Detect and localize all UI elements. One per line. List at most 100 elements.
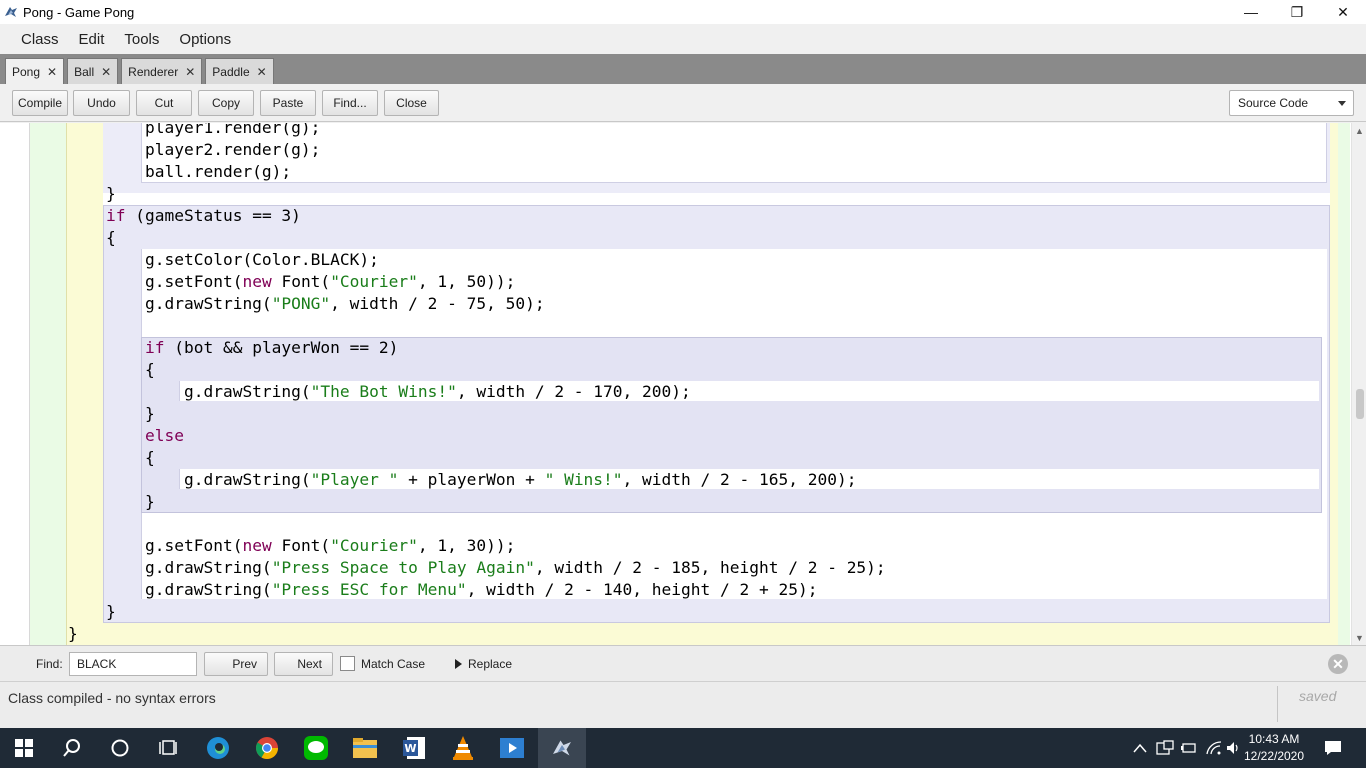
tab-label: Paddle xyxy=(212,64,250,79)
code-line[interactable]: player2.render(g); xyxy=(106,139,886,161)
code-line[interactable]: { xyxy=(106,359,886,381)
menu-options[interactable]: Options xyxy=(179,31,231,48)
paste-button[interactable]: Paste xyxy=(260,90,316,116)
compile-button[interactable]: Compile xyxy=(12,90,68,116)
view-mode-value: Source Code xyxy=(1238,96,1309,110)
copy-button[interactable]: Copy xyxy=(198,90,254,116)
find-input[interactable]: BLACK xyxy=(69,652,197,676)
scroll-down-icon[interactable]: ▼ xyxy=(1355,633,1364,643)
tab-paddle[interactable]: Paddle ✕ xyxy=(205,58,274,84)
saved-indicator: saved xyxy=(1299,688,1337,704)
close-tab-icon[interactable]: ✕ xyxy=(185,65,195,79)
status-divider xyxy=(1277,686,1278,722)
scrollbar-thumb[interactable] xyxy=(1356,389,1364,419)
menu-tools[interactable]: Tools xyxy=(124,31,159,48)
chrome-browser-icon[interactable] xyxy=(243,728,291,768)
close-window-button[interactable]: ✕ xyxy=(1320,0,1366,24)
view-mode-select[interactable]: Source Code xyxy=(1229,90,1354,116)
close-tab-icon[interactable]: ✕ xyxy=(47,65,57,79)
minimize-button[interactable]: — xyxy=(1228,0,1274,24)
code-line[interactable]: g.setColor(Color.BLACK); xyxy=(106,249,886,271)
code-line[interactable]: g.drawString("Press Space to Play Again"… xyxy=(106,557,886,579)
notifications-icon[interactable] xyxy=(1324,728,1342,768)
find-label: Find: xyxy=(36,657,63,671)
match-case-label: Match Case xyxy=(361,657,426,671)
task-view-icon[interactable] xyxy=(144,728,192,768)
menu-class[interactable]: Class xyxy=(21,31,59,48)
status-bar: Class compiled - no syntax errors saved xyxy=(0,682,1366,728)
code-editor[interactable]: player1.render(g); player2.render(g); ba… xyxy=(0,123,1366,646)
clock-date: 12/22/2020 xyxy=(1243,749,1305,763)
show-hidden-icons-icon[interactable] xyxy=(1133,728,1147,768)
file-explorer-icon[interactable] xyxy=(341,728,389,768)
close-tab-icon[interactable]: ✕ xyxy=(257,65,267,79)
vlc-player-icon[interactable] xyxy=(439,728,487,768)
code-line[interactable]: g.setFont(new Font("Courier", 1, 30)); xyxy=(106,535,886,557)
svg-text:W: W xyxy=(404,742,416,755)
close-tab-icon[interactable]: ✕ xyxy=(101,65,111,79)
code-line[interactable]: g.drawString("Press ESC for Menu", width… xyxy=(106,579,886,601)
vertical-scrollbar[interactable]: ▲ ▼ xyxy=(1351,123,1366,645)
code-line[interactable]: } xyxy=(106,601,886,623)
edge-browser-icon[interactable] xyxy=(194,728,242,768)
code-line[interactable]: ball.render(g); xyxy=(106,161,886,183)
replace-label: Replace xyxy=(468,657,513,671)
editor-tab-bar: Pong ✕ Ball ✕ Renderer ✕ Paddle ✕ xyxy=(0,54,1366,84)
clock-time: 10:43 AM xyxy=(1248,732,1300,746)
window-title: Pong - Game Pong xyxy=(23,4,135,20)
find-prev-button[interactable]: Prev xyxy=(204,652,268,676)
media-player-icon[interactable] xyxy=(488,728,536,768)
close-button[interactable]: Close xyxy=(384,90,439,116)
bluej-taskbar-icon[interactable] xyxy=(538,728,586,768)
find-next-button[interactable]: Next xyxy=(274,652,333,676)
wifi-icon[interactable] xyxy=(1205,728,1223,768)
code-line[interactable]: g.drawString("PONG", width / 2 - 75, 50)… xyxy=(106,293,886,315)
taskbar-clock[interactable]: 10:43 AM 12/22/2020 xyxy=(1240,731,1308,765)
editor-toolbar: Compile Undo Cut Copy Paste Find... Clos… xyxy=(0,84,1366,122)
code-line[interactable]: if (bot && playerWon == 2) xyxy=(106,337,886,359)
battery-icon[interactable] xyxy=(1180,728,1198,768)
tab-pong[interactable]: Pong ✕ xyxy=(5,58,65,84)
replace-toggle[interactable]: Replace xyxy=(455,657,512,671)
undo-button[interactable]: Undo xyxy=(73,90,130,116)
status-message: Class compiled - no syntax errors xyxy=(8,690,216,706)
code-line[interactable]: } xyxy=(106,491,886,513)
code-line[interactable]: { xyxy=(106,447,886,469)
line-app-icon[interactable] xyxy=(292,728,340,768)
scroll-up-icon[interactable]: ▲ xyxy=(1355,126,1364,136)
cortana-icon[interactable] xyxy=(96,728,144,768)
tab-label: Renderer xyxy=(128,64,179,79)
word-app-icon[interactable]: W xyxy=(390,728,438,768)
search-icon[interactable] xyxy=(48,728,96,768)
code-line[interactable]: g.drawString("The Bot Wins!", width / 2 … xyxy=(106,381,886,403)
match-case-checkbox[interactable] xyxy=(340,656,355,671)
menu-edit[interactable]: Edit xyxy=(79,31,105,48)
chevron-down-icon xyxy=(1338,101,1346,106)
code-line[interactable]: } xyxy=(106,403,886,425)
close-find-icon[interactable]: ✕ xyxy=(1328,654,1348,674)
code-line[interactable]: } xyxy=(106,183,886,205)
source-code[interactable]: player1.render(g); player2.render(g); ba… xyxy=(68,123,886,645)
tab-ball[interactable]: Ball ✕ xyxy=(67,58,119,84)
menu-bar: Class Edit Tools Options xyxy=(0,24,1366,54)
windows-start-icon[interactable] xyxy=(0,728,48,768)
tab-label: Ball xyxy=(74,64,95,79)
maximize-button[interactable]: ❐ xyxy=(1274,0,1320,24)
tab-renderer[interactable]: Renderer ✕ xyxy=(121,58,203,84)
device-sync-icon[interactable] xyxy=(1156,728,1174,768)
bluej-app-icon xyxy=(5,7,17,17)
code-line[interactable]: g.drawString("Player " + playerWon + " W… xyxy=(106,469,886,491)
code-line[interactable]: else xyxy=(106,425,886,447)
code-line[interactable]: } xyxy=(68,623,886,645)
find-button[interactable]: Find... xyxy=(322,90,378,116)
windows-taskbar: W 10:43 AM 12/22/2020 xyxy=(0,728,1366,768)
code-line[interactable]: ​ xyxy=(106,513,886,535)
tab-label: Pong xyxy=(12,64,41,79)
editor-margin xyxy=(0,123,24,645)
code-line[interactable]: if (gameStatus == 3) xyxy=(106,205,886,227)
code-line[interactable]: ​ xyxy=(106,315,886,337)
cut-button[interactable]: Cut xyxy=(136,90,192,116)
code-line[interactable]: g.setFont(new Font("Courier", 1, 50)); xyxy=(106,271,886,293)
code-line[interactable]: player1.render(g); xyxy=(106,123,886,139)
code-line[interactable]: { xyxy=(106,227,886,249)
